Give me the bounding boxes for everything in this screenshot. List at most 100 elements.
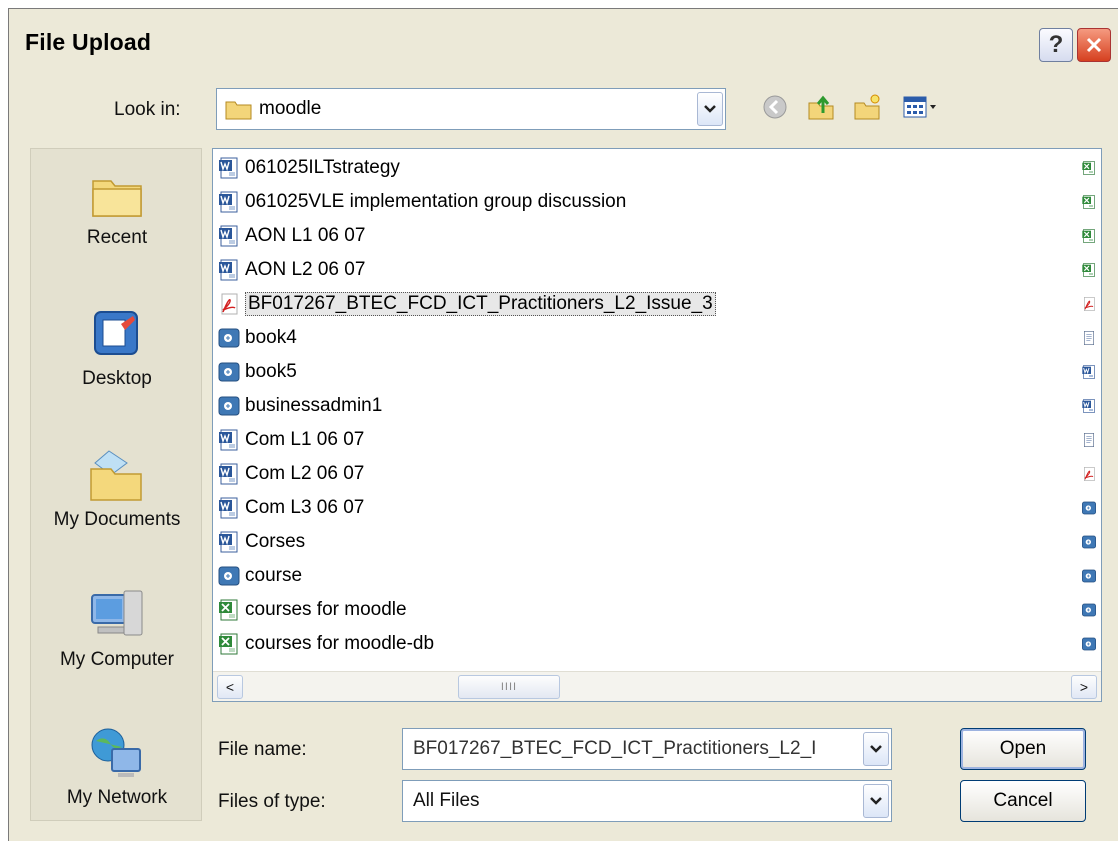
file-list-item[interactable]: businessadmin1: [217, 391, 382, 421]
back-button[interactable]: [760, 92, 790, 122]
pdf-icon: [217, 292, 241, 316]
place-my-network[interactable]: My Network: [31, 723, 203, 809]
image-file-icon: [217, 326, 241, 350]
file-name: AON L1 06 07: [245, 225, 366, 246]
file-name: BF017267_BTEC_FCD_ICT_Practitioners_L2_I…: [245, 292, 716, 316]
file-list-item[interactable]: Com L1 06 07: [217, 425, 364, 455]
close-button[interactable]: [1077, 28, 1111, 62]
word-doc-icon: [217, 258, 241, 282]
file-name: courses for moodle: [245, 599, 407, 620]
look-in-dropdown-button[interactable]: [697, 92, 723, 126]
word-doc-icon: [217, 462, 241, 486]
place-label: My Computer: [59, 649, 175, 670]
folder-icon: [92, 180, 142, 217]
file-list-item[interactable]: AON L1 06 07: [217, 221, 365, 251]
file-name-dropdown-button[interactable]: [863, 732, 889, 766]
file-name: course: [245, 565, 303, 586]
look-in-combo[interactable]: moodle: [216, 88, 726, 130]
up-folder-button[interactable]: [806, 92, 836, 122]
up-folder-icon: [808, 95, 834, 120]
new-folder-button[interactable]: [852, 92, 882, 122]
open-button[interactable]: Open: [960, 728, 1086, 770]
file-list-item[interactable]: course: [217, 561, 302, 591]
file-name: 061025VLE implementation group discussio…: [245, 191, 627, 212]
file-name-combo[interactable]: BF017267_BTEC_FCD_ICT_Practitioners_L2_I: [402, 728, 892, 770]
image-file-icon: [217, 360, 241, 384]
cancel-button[interactable]: Cancel: [960, 780, 1086, 822]
place-my-computer[interactable]: My Computer: [31, 585, 203, 671]
places-bar: Recent Desktop My Documents My Computer: [30, 148, 202, 821]
word-doc-icon: [217, 156, 241, 180]
document-icon[interactable]: [1081, 429, 1097, 451]
file-list-item[interactable]: AON L2 06 07: [217, 255, 365, 285]
excel-doc-icon[interactable]: [1081, 191, 1097, 213]
file-type-combo[interactable]: All Files: [402, 780, 892, 822]
file-list[interactable]: 061025ILTstrategy 061025VLE implementatio…: [212, 148, 1102, 702]
image-file-icon[interactable]: [1081, 497, 1097, 519]
file-list-item[interactable]: BF017267_BTEC_FCD_ICT_Practitioners_L2_I…: [217, 289, 716, 319]
file-list-item[interactable]: Corses: [217, 527, 305, 557]
scroll-left-button[interactable]: <: [217, 675, 243, 699]
horizontal-scrollbar[interactable]: < IIII >: [213, 671, 1101, 701]
image-file-icon: [217, 394, 241, 418]
file-list-item[interactable]: book4: [217, 323, 297, 353]
file-list-item[interactable]: courses for moodle: [217, 595, 407, 625]
file-name: Com L3 06 07: [245, 497, 365, 518]
chevron-down-icon: [870, 745, 882, 753]
chevron-down-icon: [870, 797, 882, 805]
word-doc-icon[interactable]: [1081, 361, 1097, 383]
image-file-icon[interactable]: [1081, 633, 1097, 655]
place-label: My Documents: [53, 509, 181, 530]
look-in-value: moodle: [259, 98, 322, 119]
image-file-icon[interactable]: [1081, 565, 1097, 587]
view-menu-icon: [903, 96, 936, 118]
excel-doc-icon: [217, 632, 241, 656]
place-desktop[interactable]: Desktop: [31, 304, 203, 390]
file-list-item[interactable]: book5: [217, 357, 297, 387]
image-file-icon[interactable]: [1081, 599, 1097, 621]
word-doc-icon: [217, 496, 241, 520]
folder-icon: [225, 101, 252, 120]
place-my-documents[interactable]: My Documents: [31, 445, 203, 531]
look-in-label: Look in:: [114, 99, 181, 120]
file-type-dropdown-button[interactable]: [863, 784, 889, 818]
place-label: My Network: [66, 787, 168, 808]
excel-doc-icon[interactable]: [1081, 259, 1097, 281]
word-doc-icon: [217, 530, 241, 554]
place-recent[interactable]: Recent: [31, 167, 203, 249]
excel-doc-icon[interactable]: [1081, 225, 1097, 247]
network-icon: [91, 728, 141, 777]
file-list-item[interactable]: Com L3 06 07: [217, 493, 364, 523]
file-list-item[interactable]: 061025VLE implementation group discussio…: [217, 187, 626, 217]
file-list-item[interactable]: Com L2 06 07: [217, 459, 364, 489]
pdf-icon[interactable]: [1081, 293, 1097, 315]
file-name: book5: [245, 361, 297, 382]
file-name: Com L2 06 07: [245, 463, 365, 484]
computer-icon: [91, 590, 143, 636]
word-doc-icon: [217, 428, 241, 452]
file-name: businessadmin1: [245, 395, 383, 416]
scroll-right-button[interactable]: >: [1071, 675, 1097, 699]
word-doc-icon[interactable]: [1081, 395, 1097, 417]
file-name: Com L1 06 07: [245, 429, 365, 450]
file-list-item[interactable]: courses for moodle-db: [217, 629, 434, 659]
view-menu-button[interactable]: [898, 92, 946, 122]
pdf-icon[interactable]: [1081, 463, 1097, 485]
help-button[interactable]: ?: [1039, 28, 1073, 62]
excel-doc-icon[interactable]: [1081, 157, 1097, 179]
file-type-value: All Files: [413, 790, 480, 811]
close-icon: [1086, 37, 1102, 53]
back-arrow-icon: [763, 95, 787, 119]
file-list-item[interactable]: 061025ILTstrategy: [217, 153, 400, 183]
image-file-icon[interactable]: [1081, 531, 1097, 553]
file-name-label: File name:: [218, 739, 307, 760]
new-folder-icon: [854, 94, 880, 120]
image-file-icon: [217, 564, 241, 588]
document-icon[interactable]: [1081, 327, 1097, 349]
excel-doc-icon: [217, 598, 241, 622]
place-label: Recent: [86, 227, 148, 248]
dialog-title: File Upload: [25, 29, 152, 55]
scroll-thumb[interactable]: IIII: [458, 675, 560, 699]
file-name: book4: [245, 327, 297, 348]
file-name-input[interactable]: BF017267_BTEC_FCD_ICT_Practitioners_L2_I: [403, 738, 816, 760]
